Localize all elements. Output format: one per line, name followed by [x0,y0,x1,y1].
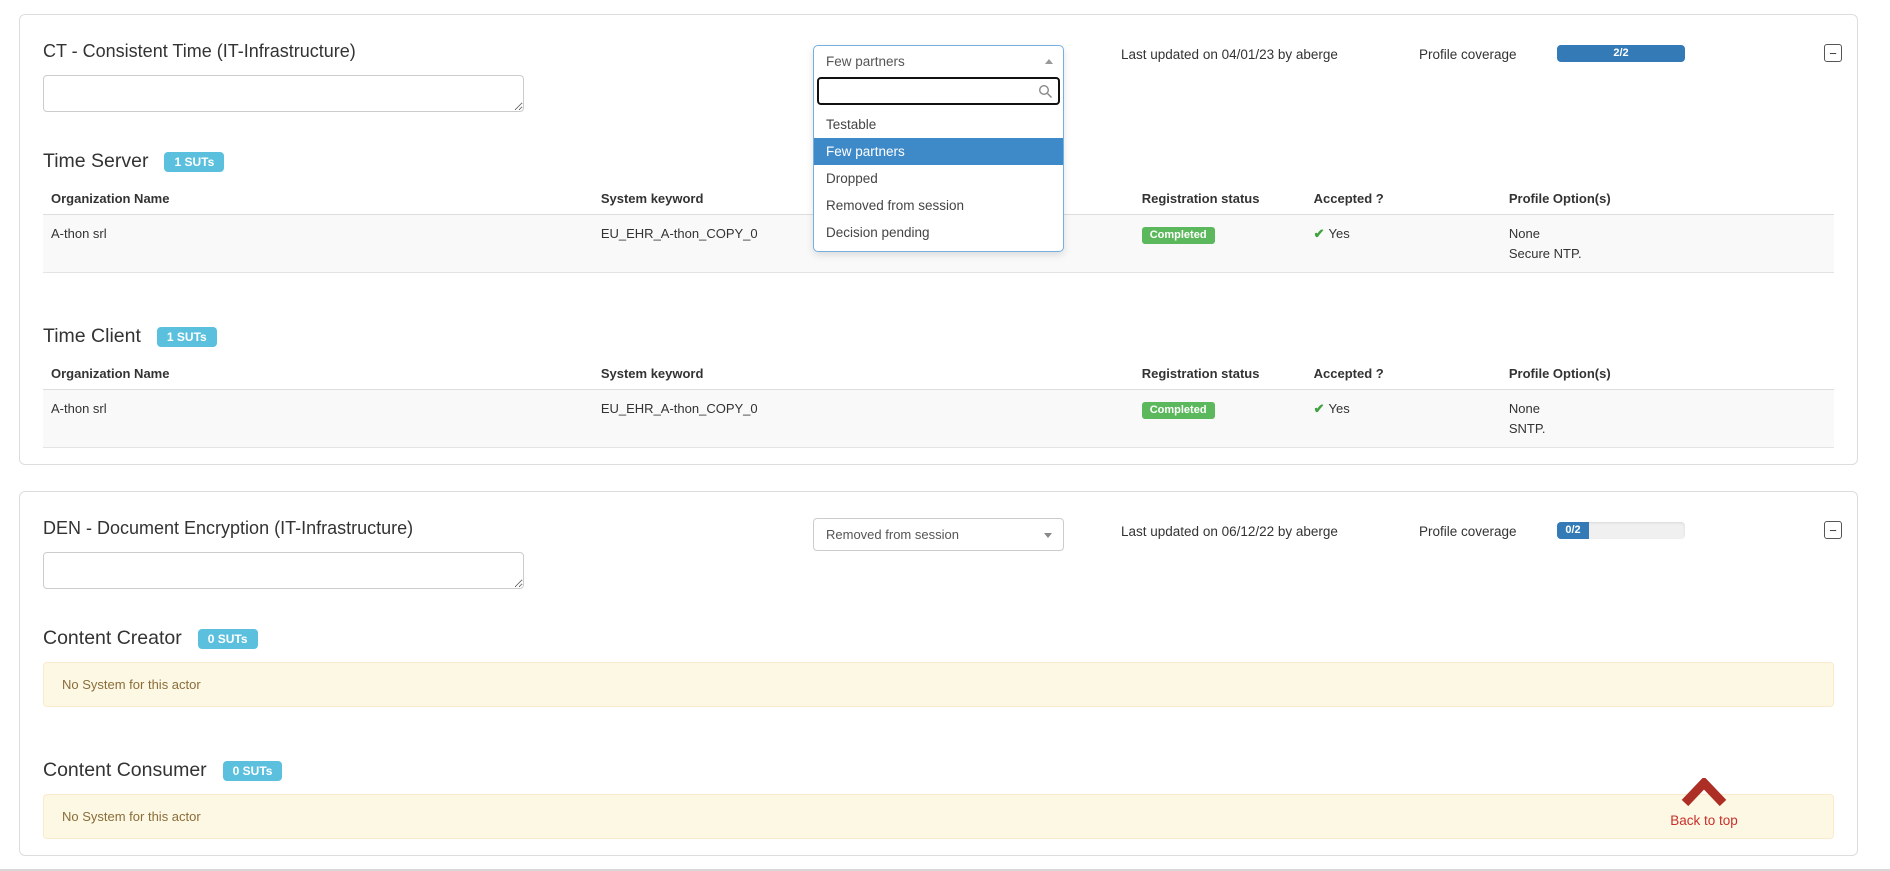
actor-section-content-consumer: Content Consumer 0 SUTs No System for th… [43,759,1834,839]
cell-accepted: ✔ Yes [1306,390,1501,448]
dropdown-selected-value: Few partners [826,54,905,69]
accepted-value: Yes [1329,401,1350,416]
dropdown-option[interactable]: Removed from session [814,192,1063,219]
last-updated-text: Last updated on 06/12/22 by aberge [1121,524,1338,539]
profile-coverage-label: Profile coverage [1419,47,1517,62]
minus-icon: − [1829,523,1837,538]
comment-textarea[interactable] [43,552,524,589]
panel-ct-consistent-time: CT - Consistent Time (IT-Infrastructure)… [19,14,1858,465]
no-system-alert: No System for this actor [43,794,1834,839]
accepted-value: Yes [1329,226,1350,241]
suts-count-badge: 0 SUTs [223,761,283,781]
status-dropdown[interactable]: Removed from session [813,518,1064,551]
check-icon: ✔ [1314,401,1325,416]
col-profile-options: Profile Option(s) [1501,358,1834,390]
dropdown-toggle[interactable]: Few partners [814,46,1063,77]
dropdown-selected-value: Removed from session [826,527,959,542]
actor-section-content-creator: Content Creator 0 SUTs No System for thi… [43,627,1834,707]
profile-coverage-label: Profile coverage [1419,524,1517,539]
col-registration-status: Registration status [1134,358,1306,390]
profile-option: None [1509,224,1826,244]
no-system-alert: No System for this actor [43,662,1834,707]
chevron-up-icon [1681,778,1727,806]
cell-profile-options: None Secure NTP. [1501,215,1834,273]
table-row: A-thon srl EU_EHR_A-thon_COPY_0 Complete… [43,390,1834,448]
collapse-panel-button[interactable]: − [1824,44,1842,62]
check-icon: ✔ [1314,226,1325,241]
actor-heading: Content Consumer [43,759,207,782]
col-registration-status: Registration status [1134,183,1306,215]
minus-icon: − [1829,46,1837,61]
cell-organization: A-thon srl [43,390,593,448]
progress-fill: 2/2 [1557,45,1685,62]
caret-down-icon [1044,533,1052,538]
actor-section-time-client: Time Client 1 SUTs Organization Name Sys… [43,325,1834,448]
suts-count-badge: 1 SUTs [164,152,224,172]
sut-table: Organization Name System keyword Registr… [43,358,1834,448]
col-profile-options: Profile Option(s) [1501,183,1834,215]
status-badge: Completed [1142,402,1215,419]
col-organization-name: Organization Name [43,183,593,215]
last-updated-text: Last updated on 04/01/23 by aberge [1121,47,1338,62]
panel-den-document-encryption: DEN - Document Encryption (IT-Infrastruc… [19,491,1858,856]
back-to-top-label: Back to top [1659,813,1749,828]
dropdown-search-input[interactable] [817,77,1060,105]
profile-coverage-bar: 2/2 [1557,45,1685,62]
profile-option: Secure NTP. [1509,244,1826,264]
dropdown-option-selected[interactable]: Few partners [814,138,1063,165]
actor-heading: Time Client [43,325,141,348]
status-dropdown[interactable]: Few partners Testable Few partners Dropp… [813,45,1064,252]
cell-system-keyword: EU_EHR_A-thon_COPY_0 [593,390,1134,448]
col-accepted: Accepted ? [1306,358,1501,390]
progress-fill: 0/2 [1557,522,1589,539]
suts-count-badge: 0 SUTs [198,629,258,649]
col-system-keyword: System keyword [593,358,1134,390]
comment-textarea[interactable] [43,75,524,112]
cell-registration-status: Completed [1134,390,1306,448]
dropdown-option-list: Testable Few partners Dropped Removed fr… [814,111,1063,246]
col-organization-name: Organization Name [43,358,593,390]
back-to-top-link[interactable]: Back to top [1659,778,1749,828]
cell-organization: A-thon srl [43,215,593,273]
profile-option: SNTP. [1509,419,1826,439]
dropdown-search [814,77,1063,105]
search-icon [1038,84,1053,99]
status-badge: Completed [1142,227,1215,244]
cell-registration-status: Completed [1134,215,1306,273]
cell-accepted: ✔ Yes [1306,215,1501,273]
actor-heading: Time Server [43,150,148,173]
caret-up-icon [1045,59,1053,64]
suts-count-badge: 1 SUTs [157,327,217,347]
collapse-panel-button[interactable]: − [1824,521,1842,539]
profile-option: None [1509,399,1826,419]
col-accepted: Accepted ? [1306,183,1501,215]
dropdown-option[interactable]: Decision pending [814,219,1063,246]
dropdown-option[interactable]: Testable [814,111,1063,138]
profile-coverage-bar: 0/2 [1557,522,1685,539]
cell-profile-options: None SNTP. [1501,390,1834,448]
dropdown-option[interactable]: Dropped [814,165,1063,192]
actor-heading: Content Creator [43,627,182,650]
